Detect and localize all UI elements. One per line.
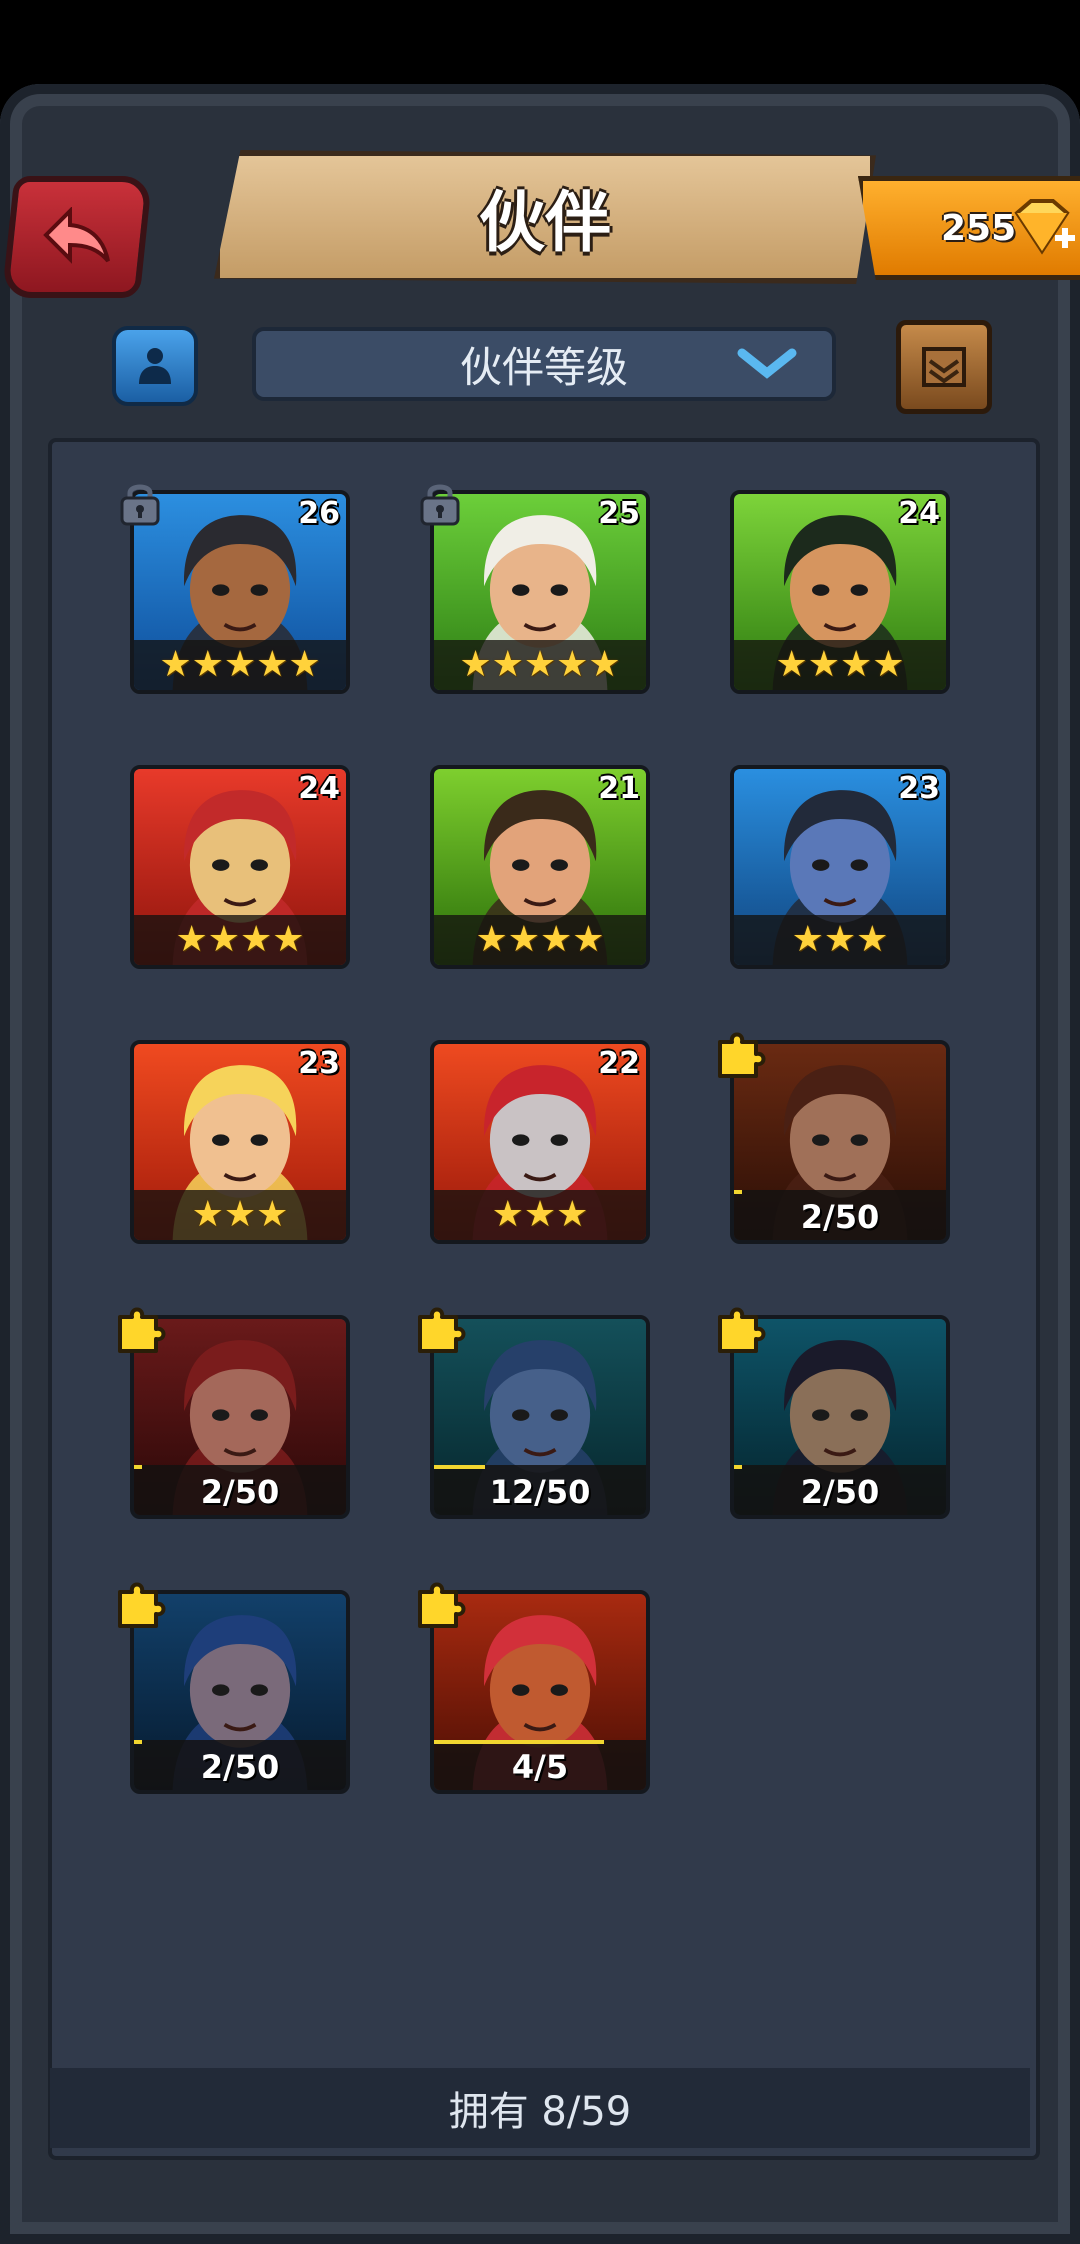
shard-progress-fill	[734, 1190, 743, 1194]
companion-level: 23	[898, 771, 940, 806]
shard-progress-text: 2/50	[800, 1198, 880, 1236]
companion-level: 26	[298, 496, 340, 531]
gem-balance[interactable]: 255	[858, 176, 1080, 280]
page-title: 伙伴	[479, 184, 611, 261]
filter-icon	[139, 348, 171, 384]
owned-counter: 拥有 8/59	[50, 2068, 1030, 2148]
shard-progress-bar: 12/50	[434, 1465, 646, 1515]
star-rating: ★★★★	[134, 915, 346, 965]
back-button[interactable]	[1, 176, 153, 298]
star-rating: ★★★★	[434, 915, 646, 965]
stars: ★★★★★	[159, 644, 321, 685]
gem-count: 255	[941, 207, 1017, 249]
shard-progress-bar: 2/50	[734, 1190, 946, 1240]
shard-progress-bar: 4/5	[434, 1740, 646, 1790]
scroll-icon	[922, 347, 966, 387]
shard-progress-text: 4/5	[511, 1748, 569, 1786]
stars: ★★★★	[775, 644, 905, 685]
sort-dropdown-label: 伙伴等级	[459, 342, 628, 392]
companion-card[interactable]: 23 ★★★	[130, 1040, 350, 1244]
stars: ★★★	[491, 1194, 589, 1235]
shard-progress-fill	[734, 1465, 743, 1469]
shard-progress-fill	[434, 1740, 604, 1744]
chevron-down-icon	[737, 348, 797, 379]
shard-progress-bar: 2/50	[134, 1465, 346, 1515]
shard-progress-bar: 2/50	[734, 1465, 946, 1515]
stars: ★★★★	[175, 919, 305, 960]
shard-progress-text: 12/50	[489, 1473, 591, 1511]
filter-button[interactable]	[112, 326, 198, 406]
companion-level: 22	[598, 1046, 640, 1081]
gem-icon	[1014, 199, 1075, 255]
companion-card[interactable]: 23 ★★★	[730, 765, 950, 969]
shard-progress-bar: 2/50	[134, 1740, 346, 1790]
title-banner: 伙伴	[214, 150, 876, 284]
companion-level: 23	[298, 1046, 340, 1081]
back-arrow-icon	[43, 207, 110, 264]
companion-level: 24	[898, 496, 940, 531]
puzzle-icon	[414, 1299, 472, 1355]
companion-card[interactable]: 24 ★★★★	[130, 765, 350, 969]
companion-card[interactable]: 24 ★★★★	[730, 490, 950, 694]
lock-icon	[116, 480, 164, 526]
stars: ★★★	[791, 919, 889, 960]
companion-card[interactable]: 22 ★★★	[430, 1040, 650, 1244]
shard-progress-text: 2/50	[800, 1473, 880, 1511]
shard-progress-fill	[134, 1740, 143, 1744]
puzzle-icon	[414, 1574, 472, 1630]
companion-level: 24	[298, 771, 340, 806]
star-rating: ★★★★★	[434, 640, 646, 690]
star-rating: ★★★★	[734, 640, 946, 690]
puzzle-icon	[114, 1574, 172, 1630]
star-rating: ★★★	[734, 915, 946, 965]
puzzle-icon	[114, 1299, 172, 1355]
companion-card[interactable]: 21 ★★★★	[430, 765, 650, 969]
shard-progress-fill	[434, 1465, 485, 1469]
shard-progress-text: 2/50	[200, 1473, 280, 1511]
companion-grid-panel	[48, 438, 1040, 2160]
stars: ★★★	[191, 1194, 289, 1235]
lock-icon	[416, 480, 464, 526]
scroll-button[interactable]	[896, 320, 992, 414]
companion-level: 21	[598, 771, 640, 806]
shard-progress-text: 2/50	[200, 1748, 280, 1786]
companion-level: 25	[598, 496, 640, 531]
star-rating: ★★★	[134, 1190, 346, 1240]
status-bar	[0, 0, 1080, 84]
star-rating: ★★★	[434, 1190, 646, 1240]
star-rating: ★★★★★	[134, 640, 346, 690]
owned-count-text: 拥有 8/59	[448, 2089, 632, 2135]
stars: ★★★★★	[459, 644, 621, 685]
puzzle-icon	[714, 1024, 772, 1080]
puzzle-icon	[714, 1299, 772, 1355]
shard-progress-fill	[134, 1465, 143, 1469]
stars: ★★★★	[475, 919, 605, 960]
sort-dropdown[interactable]: 伙伴等级	[252, 327, 836, 401]
plus-icon	[1055, 228, 1075, 248]
